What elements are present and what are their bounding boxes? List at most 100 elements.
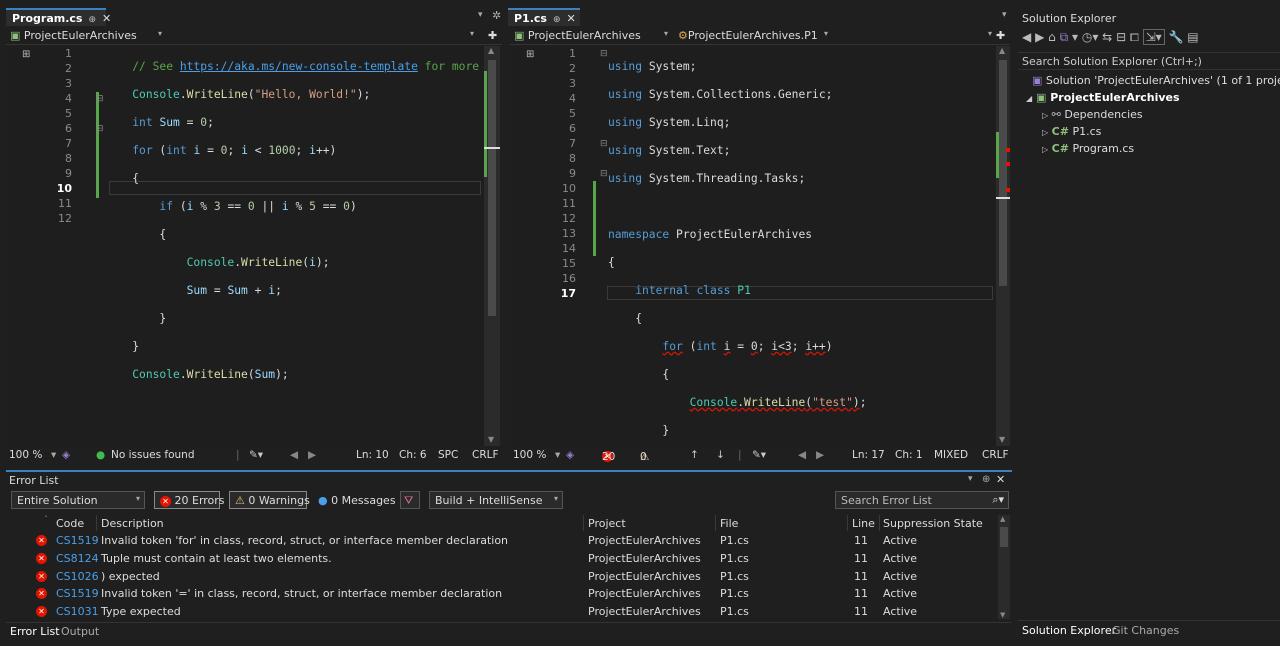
- errors-filter-button[interactable]: ✕ 20 Errors: [154, 491, 225, 509]
- tree-item-p1-cs[interactable]: ▷ C# P1.cs: [1042, 125, 1101, 138]
- chevron-down-icon[interactable]: ▾: [555, 449, 560, 461]
- line-ending-indicator[interactable]: CRLF: [472, 449, 499, 461]
- search-error-list-input[interactable]: Search Error List ⌕▾: [835, 491, 1009, 509]
- warnings-filter-button[interactable]: ⚠ 0 Warnings: [229, 491, 310, 509]
- next-icon[interactable]: ▶: [308, 449, 316, 461]
- pin-icon[interactable]: ⊕: [982, 474, 990, 485]
- tree-item-dependencies[interactable]: ▷ ⚯ Dependencies: [1042, 108, 1143, 121]
- indent-indicator[interactable]: SPC: [438, 449, 458, 461]
- split-add-icon[interactable]: ✚: [992, 27, 1010, 45]
- right-vertical-scrollbar[interactable]: ▲ ▼: [996, 46, 1010, 446]
- column-description[interactable]: Description: [101, 517, 164, 530]
- brush-icon[interactable]: ✎▾: [249, 449, 263, 461]
- home-icon[interactable]: ⌂: [1048, 30, 1056, 44]
- pin-icon[interactable]: ⊕: [88, 15, 96, 25]
- prev-icon[interactable]: ◀: [290, 449, 298, 461]
- split-add-icon[interactable]: ✚: [484, 27, 502, 45]
- table-row[interactable]: ✕ CS1031 Type expected ProjectEulerArchi…: [6, 603, 996, 620]
- indent-indicator[interactable]: MIXED: [934, 449, 968, 461]
- close-icon[interactable]: ✕: [567, 12, 576, 25]
- left-code-editor[interactable]: ⊞ 1 2 3 4 5 6 7 8 9 10 11 12 ⊟ ⊟ // See https://aka…: [6, 46, 484, 446]
- error-code-link[interactable]: CS1026: [56, 570, 99, 583]
- history-icon[interactable]: ◷▾: [1082, 30, 1099, 44]
- error-code-link[interactable]: CS1519: [56, 534, 99, 547]
- tree-item-program-cs[interactable]: ▷ C# Program.cs: [1042, 142, 1134, 155]
- tab-error-list[interactable]: Error List: [10, 625, 60, 638]
- member-combo[interactable]: ▾: [168, 27, 478, 45]
- right-code-editor[interactable]: ⊞ 1 2 3 4 5 6 7 8 9 10 11 12 13 14 15 16 17 ⊟ ⊟ ⊟ using …: [510, 46, 996, 446]
- back-icon[interactable]: ◀: [1022, 30, 1031, 44]
- column-project[interactable]: Project: [588, 517, 626, 530]
- class-combo[interactable]: ⚙ProjectEulerArchives.P1 ▾: [674, 27, 832, 45]
- error-code-link[interactable]: CS8124: [56, 552, 99, 565]
- gear-icon[interactable]: ✲: [492, 9, 501, 22]
- line-ending-indicator[interactable]: CRLF: [982, 449, 1009, 461]
- collapse-all-icon[interactable]: ⊟: [1116, 30, 1126, 44]
- brush-icon[interactable]: ✎▾: [752, 449, 766, 461]
- collapsed-arrow-icon[interactable]: ▷: [1042, 145, 1048, 154]
- collapsed-arrow-icon[interactable]: ▷: [1042, 111, 1048, 120]
- filter-icon[interactable]: ⛛: [400, 491, 420, 509]
- scroll-thumb[interactable]: [999, 60, 1007, 286]
- chevron-down-icon[interactable]: ▾: [968, 474, 973, 484]
- collapse-icon[interactable]: ⊟: [96, 124, 104, 134]
- show-all-files-icon[interactable]: ⧠: [1130, 30, 1139, 44]
- tab-solution-explorer[interactable]: Solution Explorer: [1022, 624, 1116, 637]
- project-combo[interactable]: ▣ ProjectEulerArchives ▾: [510, 27, 672, 45]
- collapse-icon[interactable]: ⊟: [600, 139, 608, 149]
- pin-icon[interactable]: ⊕: [553, 15, 561, 25]
- chevron-down-icon[interactable]: ▾: [1072, 30, 1078, 44]
- preview-selected-icon[interactable]: ⇲▾: [1142, 29, 1165, 45]
- error-list-scrollbar[interactable]: ▲ ▼: [998, 515, 1010, 619]
- tab-program-cs[interactable]: Program.cs ⊕ ✕: [6, 8, 111, 26]
- column-suppression-state[interactable]: Suppression State: [883, 517, 983, 530]
- chevron-down-icon[interactable]: ▾: [51, 449, 56, 461]
- scroll-thumb[interactable]: [488, 60, 496, 316]
- tab-p1-cs[interactable]: P1.cs ⊕ ✕: [508, 8, 580, 26]
- chevron-down-icon[interactable]: ▾: [1002, 10, 1007, 20]
- column-file[interactable]: File: [720, 517, 738, 530]
- line-indicator[interactable]: Ln: 17: [852, 449, 885, 461]
- messages-filter-button[interactable]: ● 0 Messages: [312, 491, 396, 509]
- table-row[interactable]: ✕ CS1519 Invalid token 'for' in class, r…: [6, 532, 996, 549]
- column-indicator[interactable]: Ch: 1: [895, 449, 923, 461]
- error-code-link[interactable]: CS1519: [56, 587, 99, 600]
- solution-search-input[interactable]: Search Solution Explorer (Ctrl+;): [1018, 52, 1280, 70]
- error-code-link[interactable]: CS1031: [56, 605, 99, 618]
- scope-dropdown[interactable]: Entire Solution ▾: [11, 491, 145, 509]
- collapse-icon[interactable]: ⊟: [96, 94, 104, 104]
- member-combo[interactable]: ▾: [834, 27, 996, 45]
- collapse-icon[interactable]: ⊟: [600, 169, 608, 179]
- column-code[interactable]: Code: [56, 517, 84, 530]
- scroll-thumb[interactable]: [1000, 527, 1008, 547]
- project-combo[interactable]: ▣ ProjectEulerArchives ▾: [6, 27, 166, 45]
- table-row[interactable]: ✕ CS1519 Invalid token '=' in class, rec…: [6, 585, 996, 602]
- line-indicator[interactable]: Ln: 10: [356, 449, 389, 461]
- prev-icon[interactable]: ◀: [798, 449, 806, 461]
- arrow-down-icon[interactable]: ↓: [716, 449, 725, 461]
- column-line[interactable]: Line: [852, 517, 875, 530]
- close-icon[interactable]: ✕: [102, 12, 111, 25]
- collapse-icon[interactable]: ⊟: [600, 49, 608, 59]
- tree-item-project[interactable]: ◢ ▣ ProjectEulerArchives: [1026, 91, 1180, 104]
- build-source-dropdown[interactable]: Build + IntelliSense ▾: [429, 491, 563, 509]
- sync-icon[interactable]: ⇆: [1102, 30, 1112, 44]
- wrench-icon[interactable]: 🔧: [1168, 30, 1183, 44]
- issues-status[interactable]: No issues found: [111, 449, 195, 461]
- left-vertical-scrollbar[interactable]: ▲ ▼: [484, 46, 500, 446]
- column-indicator[interactable]: Ch: 6: [399, 449, 427, 461]
- properties-icon[interactable]: ▤: [1187, 30, 1198, 44]
- arrow-up-icon[interactable]: ↑: [690, 449, 699, 461]
- ai-icon[interactable]: ◈: [62, 449, 70, 461]
- next-icon[interactable]: ▶: [816, 449, 824, 461]
- zoom-level[interactable]: 100 %: [513, 449, 546, 461]
- tree-item-solution[interactable]: ▣ Solution 'ProjectEulerArchives' (1 of …: [1032, 74, 1280, 87]
- zoom-level[interactable]: 100 %: [9, 449, 42, 461]
- chevron-down-icon[interactable]: ▾: [478, 10, 483, 20]
- table-row[interactable]: ✕ CS8124 Tuple must contain at least two…: [6, 550, 996, 567]
- ai-icon[interactable]: ◈: [566, 449, 574, 461]
- collapsed-arrow-icon[interactable]: ▷: [1042, 128, 1048, 137]
- switch-views-icon[interactable]: ⧉: [1060, 30, 1069, 44]
- table-row[interactable]: ✕ CS1026 ) expected ProjectEulerArchives…: [6, 568, 996, 585]
- expanded-arrow-icon[interactable]: ◢: [1026, 94, 1032, 103]
